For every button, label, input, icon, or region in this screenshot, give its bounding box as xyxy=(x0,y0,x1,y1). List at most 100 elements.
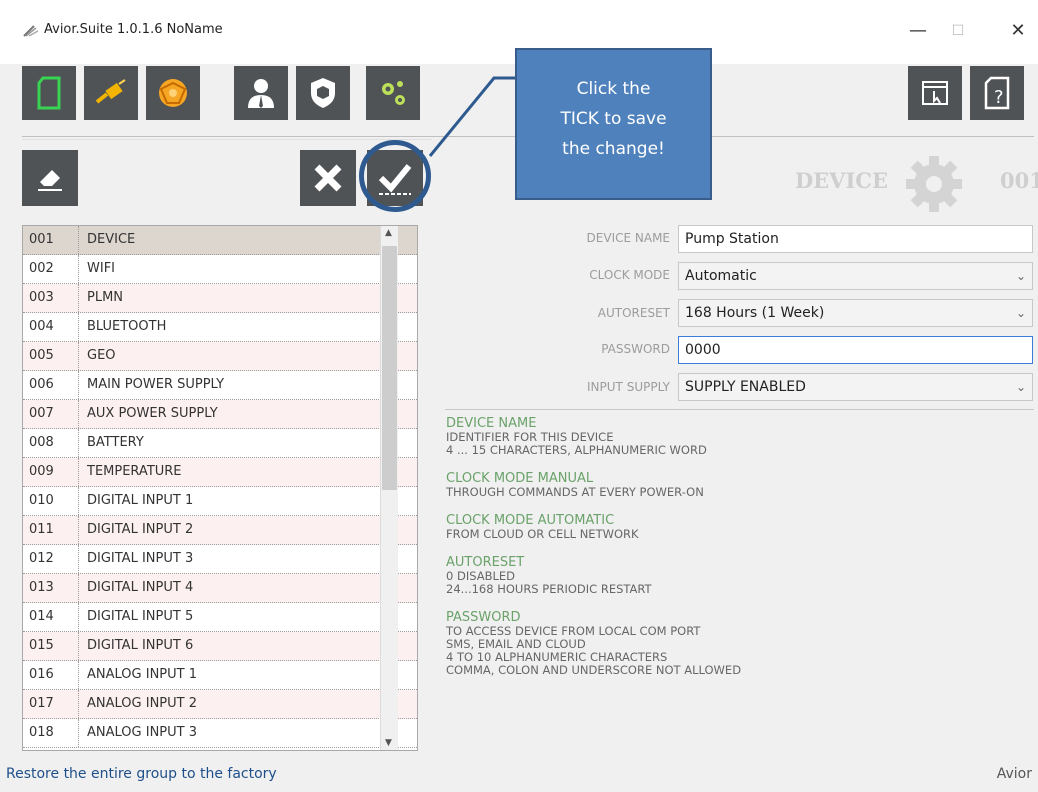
scroll-up-arrow-icon[interactable]: ▲ xyxy=(385,228,392,238)
callout-line-1: Click the xyxy=(576,79,651,99)
clock-mode-select[interactable]: Automatic ⌄ xyxy=(678,262,1033,290)
item-number: 004 xyxy=(23,313,79,341)
new-file-icon xyxy=(37,76,61,110)
list-item[interactable]: 011 DIGITAL INPUT 2 xyxy=(23,516,417,545)
new-file-button[interactable] xyxy=(22,66,76,120)
status-brand: Avior xyxy=(996,766,1032,782)
item-name: TEMPERATURE xyxy=(87,464,182,479)
help-heading: CLOCK MODE MANUAL xyxy=(446,471,594,486)
item-number: 013 xyxy=(23,574,79,602)
eraser-reset-button[interactable] xyxy=(22,150,78,206)
list-item[interactable]: 002 WIFI xyxy=(23,255,417,284)
callout-annotation: Click the TICK to save the change! xyxy=(515,48,712,200)
item-number: 010 xyxy=(23,487,79,515)
list-item[interactable]: 005 GEO xyxy=(23,342,417,371)
user-icon xyxy=(248,79,274,108)
globe-network-icon xyxy=(159,79,187,107)
security-button[interactable] xyxy=(296,66,350,120)
chevron-down-icon: ⌄ xyxy=(1015,306,1026,320)
close-button[interactable]: ✕ xyxy=(998,16,1038,46)
item-number: 001 xyxy=(23,226,79,254)
item-name: DEVICE xyxy=(87,232,136,247)
list-item[interactable]: 006 MAIN POWER SUPPLY xyxy=(23,371,417,400)
help-block-password: PASSWORD TO ACCESS DEVICE FROM LOCAL COM… xyxy=(446,610,1026,677)
list-item[interactable]: 015 DIGITAL INPUT 6 xyxy=(23,632,417,661)
list-item[interactable]: 009 TEMPERATURE xyxy=(23,458,417,487)
input-supply-value: SUPPLY ENABLED xyxy=(685,379,806,395)
list-item[interactable]: 003 PLMN xyxy=(23,284,417,313)
autoreset-label: AUTORESET xyxy=(597,306,670,320)
item-number: 014 xyxy=(23,603,79,631)
item-name: DIGITAL INPUT 5 xyxy=(87,609,194,624)
help-heading: CLOCK MODE AUTOMATIC xyxy=(446,513,615,528)
autoreset-value: 168 Hours (1 Week) xyxy=(685,305,825,321)
item-number: 009 xyxy=(23,458,79,486)
window-view-button[interactable] xyxy=(908,66,962,120)
list-item[interactable]: 013 DIGITAL INPUT 4 xyxy=(23,574,417,603)
minimize-button[interactable]: — xyxy=(898,16,938,46)
section-title: DEVICE xyxy=(794,168,888,193)
help-panel: DEVICE NAME IDENTIFIER FOR THIS DEVICE 4… xyxy=(446,416,1026,750)
item-name: AUX POWER SUPPLY xyxy=(87,406,218,421)
settings-button[interactable] xyxy=(366,66,420,120)
help-text: COMMA, COLON AND UNDERSCORE NOT ALLOWED xyxy=(446,663,742,677)
chevron-down-icon: ⌄ xyxy=(1015,269,1026,283)
list-scrollbar[interactable]: ▲ ▼ xyxy=(380,226,398,750)
item-name: DIGITAL INPUT 2 xyxy=(87,522,194,537)
chevron-down-icon: ⌄ xyxy=(1015,380,1026,394)
item-number: 012 xyxy=(23,545,79,573)
network-button[interactable] xyxy=(146,66,200,120)
item-name: ANALOG INPUT 3 xyxy=(87,725,197,740)
clock-mode-label: CLOCK MODE xyxy=(589,268,670,282)
shield-icon xyxy=(311,78,335,108)
item-number: 016 xyxy=(23,661,79,689)
autoreset-select[interactable]: 168 Hours (1 Week) ⌄ xyxy=(678,299,1033,327)
list-item[interactable]: 001 DEVICE xyxy=(23,226,417,255)
list-item[interactable]: 016 ANALOG INPUT 1 xyxy=(23,661,417,690)
list-item[interactable]: 010 DIGITAL INPUT 1 xyxy=(23,487,417,516)
item-number: 005 xyxy=(23,342,79,370)
help-text: 24...168 HOURS PERIODIC RESTART xyxy=(446,582,652,596)
list-item[interactable]: 008 BATTERY xyxy=(23,429,417,458)
list-item[interactable]: 018 ANALOG INPUT 3 xyxy=(23,719,417,748)
item-name: ANALOG INPUT 1 xyxy=(87,667,197,682)
callout-line-2: TICK to save xyxy=(560,109,667,129)
help-text: THROUGH COMMANDS AT EVERY POWER-ON xyxy=(446,485,704,499)
item-number: 008 xyxy=(23,429,79,457)
item-name: DIGITAL INPUT 6 xyxy=(87,638,194,653)
app-signal-icon xyxy=(23,25,39,37)
item-number: 018 xyxy=(23,719,79,747)
clock-mode-value: Automatic xyxy=(685,268,757,284)
window-cursor-icon xyxy=(922,81,948,105)
help-button[interactable]: ? xyxy=(970,66,1024,120)
cancel-button[interactable] xyxy=(300,150,356,206)
scroll-down-arrow-icon[interactable]: ▼ xyxy=(385,738,392,748)
gears-icon xyxy=(382,81,405,105)
user-button[interactable] xyxy=(234,66,288,120)
help-heading: DEVICE NAME xyxy=(446,416,537,431)
input-supply-select[interactable]: SUPPLY ENABLED ⌄ xyxy=(678,373,1033,401)
password-label: PASSWORD xyxy=(601,342,670,356)
item-number: 011 xyxy=(23,516,79,544)
callout-line-3: the change! xyxy=(562,139,665,159)
help-block-device-name: DEVICE NAME IDENTIFIER FOR THIS DEVICE 4… xyxy=(446,416,1026,457)
device-name-field[interactable]: Pump Station xyxy=(678,225,1033,253)
group-list[interactable]: 001 DEVICE 002 WIFI 003 PLMN 004 BLUETOOTH 0… xyxy=(22,225,418,751)
list-item[interactable]: 014 DIGITAL INPUT 5 xyxy=(23,603,417,632)
item-number: 015 xyxy=(23,632,79,660)
item-name: DIGITAL INPUT 3 xyxy=(87,551,194,566)
help-block-clock-automatic: CLOCK MODE AUTOMATIC FROM CLOUD OR CELL … xyxy=(446,513,1026,541)
checkmark-icon xyxy=(378,164,412,195)
scroll-thumb[interactable] xyxy=(382,246,397,490)
password-field[interactable]: 0000 xyxy=(678,336,1033,364)
usb-connect-button[interactable] xyxy=(84,66,138,120)
item-number: 003 xyxy=(23,284,79,312)
list-item[interactable]: 017 ANALOG INPUT 2 xyxy=(23,690,417,719)
list-item[interactable]: 004 BLUETOOTH xyxy=(23,313,417,342)
help-block-autoreset: AUTORESET 0 DISABLED 24...168 HOURS PERI… xyxy=(446,555,1026,596)
maximize-button[interactable]: ☐ xyxy=(938,16,978,46)
help-text: FROM CLOUD OR CELL NETWORK xyxy=(446,527,639,541)
save-tick-button[interactable] xyxy=(367,150,423,206)
list-item[interactable]: 007 AUX POWER SUPPLY xyxy=(23,400,417,429)
list-item[interactable]: 012 DIGITAL INPUT 3 xyxy=(23,545,417,574)
